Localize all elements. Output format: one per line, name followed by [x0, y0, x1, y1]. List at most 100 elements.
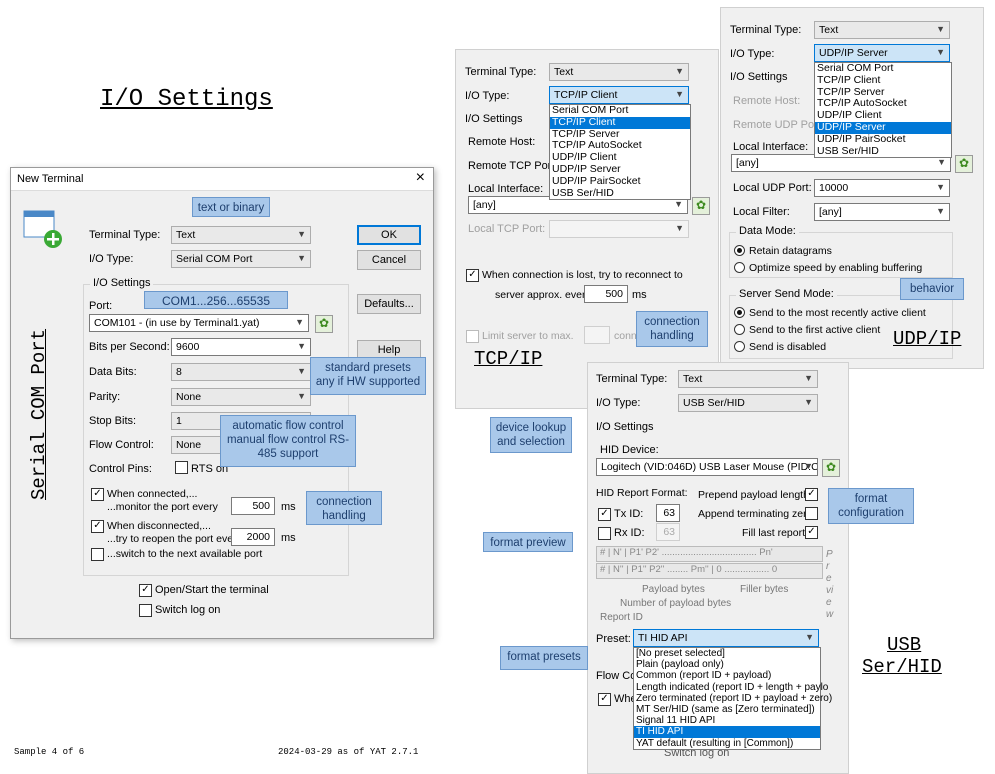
tcp-reconnect-label: When connection is lost, try to reconnec…	[482, 269, 683, 281]
data-bits-combo[interactable]: 8 ▼	[171, 363, 311, 381]
callout-format-config: format configuration	[828, 488, 914, 524]
data-bits-label: Data Bits:	[89, 366, 137, 378]
chevron-down-icon: ▼	[937, 157, 946, 167]
udp-local-filter-combo[interactable]: [any] ▼	[814, 203, 950, 221]
open-start-checkbox[interactable]: ✓	[139, 584, 152, 597]
close-icon[interactable]: ×	[416, 169, 425, 187]
tcp-terminal-type-combo[interactable]: Text ▼	[549, 63, 689, 81]
terminal-type-label: Terminal Type:	[89, 229, 161, 241]
page-title: I/O Settings	[100, 86, 273, 113]
usb-terminal-type-combo[interactable]: Text ▼	[678, 370, 818, 388]
usb-section-label-1: USB	[887, 634, 922, 656]
dropdown-option[interactable]: Zero terminated (report ID + payload + z…	[634, 693, 832, 704]
tcp-limit-field[interactable]	[584, 326, 610, 344]
dropdown-option[interactable]: YAT default (resulting in [Common])	[634, 738, 820, 749]
next-port-checkbox[interactable]	[91, 548, 104, 561]
udp-local-port-combo[interactable]: 10000 ▼	[814, 179, 950, 197]
switch-log-checkbox[interactable]	[139, 604, 152, 617]
dropdown-option[interactable]: USB Ser/HID	[550, 187, 690, 200]
refresh-interfaces-icon[interactable]: ✿	[955, 155, 973, 173]
rts-checkbox[interactable]	[175, 461, 188, 474]
usb-io-type-combo[interactable]: USB Ser/HID ▼	[678, 394, 818, 412]
usb-io-type-label: I/O Type:	[596, 397, 641, 409]
udp-local-iface-label: Local Interface:	[733, 141, 809, 153]
tx-id-checkbox[interactable]: ✓	[598, 508, 611, 521]
rx-id-label: Rx ID:	[614, 527, 645, 539]
new-terminal-dialog: New Terminal × Terminal Type: Text ▼ I/O …	[10, 167, 434, 639]
dropdown-option[interactable]: TCP/IP Client	[815, 74, 951, 87]
dropdown-option[interactable]: UDP/IP PairSocket	[815, 133, 951, 146]
chevron-down-icon: ▼	[936, 24, 945, 34]
dropdown-option[interactable]: Signal 11 HID API	[634, 715, 820, 726]
rx-id-field[interactable]: 63	[656, 523, 680, 541]
tx-id-field[interactable]: 63	[656, 504, 680, 522]
when-disconnected-checkbox[interactable]: ✓	[91, 520, 104, 533]
tcp-local-port-label: Local TCP Port:	[468, 223, 546, 235]
send-first-radio[interactable]	[734, 324, 745, 335]
send-first-label: Send to the first active client	[749, 324, 881, 336]
send-recent-label: Send to the most recently active client	[749, 307, 926, 319]
port-combo[interactable]: COM101 - (in use by Terminal1.yat) ▼	[89, 314, 309, 332]
terminal-type-combo[interactable]: Text ▼	[171, 226, 311, 244]
tcp-io-type-combo[interactable]: TCP/IP Client ▼	[549, 86, 689, 104]
udp-terminal-type-label: Terminal Type:	[730, 24, 802, 36]
tcp-local-port-combo[interactable]: ▼	[549, 220, 689, 238]
udp-terminal-type-combo[interactable]: Text ▼	[814, 21, 950, 39]
dropdown-option[interactable]: Length indicated (report ID + length + p…	[634, 682, 828, 693]
fill-checkbox[interactable]: ✓	[805, 526, 818, 539]
udp-panel: Terminal Type: Text ▼ I/O Type: UDP/IP Se…	[720, 7, 984, 369]
bps-combo[interactable]: 9600 ▼	[171, 338, 311, 356]
dropdown-option[interactable]: MT Ser/HID (same as [Zero terminated])	[634, 704, 820, 715]
udp-io-type-combo[interactable]: UDP/IP Server ▼	[814, 44, 950, 62]
preset-combo[interactable]: TI HID API ▼	[633, 629, 819, 647]
chevron-down-icon: ▼	[936, 182, 945, 192]
tcp-limit-checkbox[interactable]	[466, 330, 479, 343]
io-type-combo[interactable]: Serial COM Port ▼	[171, 250, 311, 268]
chevron-down-icon: ▼	[674, 199, 683, 209]
cancel-button[interactable]: Cancel	[357, 250, 421, 270]
udp-io-type-label: I/O Type:	[730, 48, 775, 60]
prepend-checkbox[interactable]: ✓	[805, 488, 818, 501]
refresh-devices-icon[interactable]: ✿	[822, 459, 840, 477]
udp-remote-host-label: Remote Host:	[733, 95, 801, 107]
dropdown-option[interactable]: UDP/IP Server	[550, 163, 690, 176]
dropdown-option-selected[interactable]: TI HID API	[634, 726, 820, 738]
usb-when-checkbox[interactable]: ✓	[598, 693, 611, 706]
chevron-down-icon: ▼	[675, 223, 684, 233]
chevron-down-icon: ▼	[675, 66, 684, 76]
reopen-interval-field[interactable]: 2000	[231, 528, 275, 546]
optimize-radio[interactable]	[734, 262, 745, 273]
parity-combo[interactable]: None ▼	[171, 388, 311, 406]
dropdown-option[interactable]: UDP/IP PairSocket	[550, 175, 690, 188]
refresh-interfaces-icon[interactable]: ✿	[692, 197, 710, 215]
dropdown-option[interactable]: [No preset selected]	[634, 648, 820, 659]
dialog-titlebar: New Terminal ×	[11, 168, 433, 191]
send-recent-radio[interactable]	[734, 307, 745, 318]
tcp-local-iface-label: Local Interface:	[468, 183, 544, 195]
monitor-label: ...monitor the port every	[107, 501, 218, 513]
callout-presets: standard presets any if HW supported	[310, 357, 426, 395]
monitor-interval-field[interactable]: 500	[231, 497, 275, 515]
ok-button[interactable]: OK	[357, 225, 421, 245]
dropdown-option[interactable]: Plain (payload only)	[634, 659, 820, 670]
tcp-limit-label: Limit server to max.	[482, 330, 574, 342]
hid-device-combo[interactable]: Logitech (VID:046D) USB Laser Mouse (PID…	[596, 458, 818, 476]
dropdown-option[interactable]: Common (report ID + payload)	[634, 670, 820, 681]
dropdown-option-selected[interactable]: TCP/IP Client	[550, 116, 690, 129]
tcp-section-label: TCP/IP	[474, 348, 543, 370]
defaults-button[interactable]: Defaults...	[357, 294, 421, 314]
callout-flow: automatic flow control manual flow contr…	[220, 415, 356, 467]
when-connected-checkbox[interactable]: ✓	[91, 488, 104, 501]
tcp-reconnect-field[interactable]: 500	[584, 285, 628, 303]
refresh-ports-icon[interactable]: ✿	[315, 315, 333, 333]
send-disabled-radio[interactable]	[734, 341, 745, 352]
rx-id-checkbox[interactable]	[598, 527, 611, 540]
preset-label: Preset:	[596, 633, 631, 645]
dropdown-option[interactable]: USB Ser/HID	[815, 145, 951, 158]
tcp-reconnect-checkbox[interactable]: ✓	[466, 269, 479, 282]
callout-format-presets: format presets	[500, 646, 588, 670]
append-checkbox[interactable]	[805, 507, 818, 520]
retain-radio[interactable]	[734, 245, 745, 256]
dropdown-option-selected[interactable]: UDP/IP Server	[815, 121, 951, 134]
chevron-down-icon: ▼	[297, 341, 306, 351]
